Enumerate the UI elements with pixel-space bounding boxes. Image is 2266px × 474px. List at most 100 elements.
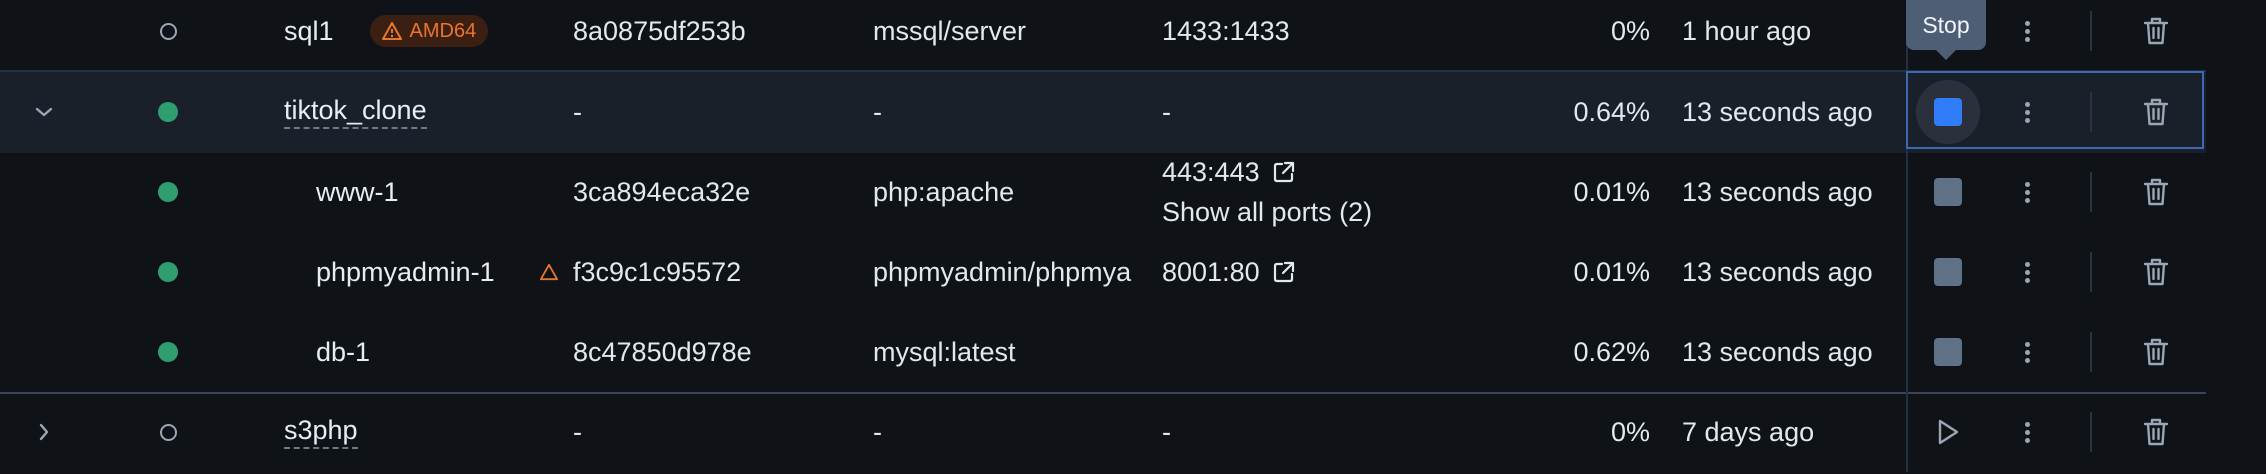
image-link[interactable]: mssql/server xyxy=(873,0,1145,71)
more-actions-button[interactable] xyxy=(1992,392,2062,472)
delete-button[interactable] xyxy=(2120,72,2192,152)
port-mapping xyxy=(1162,312,1422,392)
actions-divider xyxy=(1906,392,1908,472)
trash-icon xyxy=(2143,98,2169,126)
external-link-icon[interactable] xyxy=(1272,260,1296,284)
container-name[interactable]: db-1 xyxy=(316,312,586,392)
more-actions-button[interactable] xyxy=(1992,0,2062,71)
table-row-group[interactable]: tiktok_clone - - - 0.64% 13 seconds ago xyxy=(0,70,2206,153)
containers-table: sql1 AMD64 8a0875df253b mssql/server 143… xyxy=(0,0,2266,474)
expand-button[interactable] xyxy=(22,392,66,472)
show-all-ports-link[interactable]: Show all ports (2) xyxy=(1162,192,1372,232)
more-actions-button[interactable] xyxy=(1992,152,2062,232)
image-link: - xyxy=(873,416,882,447)
actions-divider xyxy=(1906,152,1908,232)
actions-divider xyxy=(1906,72,1908,152)
chevron-down-icon xyxy=(35,107,53,117)
trash-icon xyxy=(2143,17,2169,45)
action-separator xyxy=(2090,92,2092,132)
delete-button[interactable] xyxy=(2120,0,2192,71)
container-id[interactable]: 3ca894eca32e xyxy=(573,152,853,232)
start-button[interactable] xyxy=(1912,392,1984,472)
action-separator xyxy=(2090,332,2092,372)
table-row[interactable]: www-1 3ca894eca32e php:apache 443:443 Sh… xyxy=(0,152,2206,233)
container-name[interactable]: s3php xyxy=(284,392,554,472)
trash-icon xyxy=(2143,338,2169,366)
container-id: - xyxy=(573,416,582,447)
port-mapping: - xyxy=(1162,96,1171,127)
running-status-icon xyxy=(158,342,178,362)
container-id[interactable]: 8c47850d978e xyxy=(573,312,853,392)
port-mapping: 8001:80 xyxy=(1162,232,1422,312)
status-indicator xyxy=(152,392,184,472)
kebab-icon xyxy=(2024,339,2030,366)
table-row-group[interactable]: s3php - - - 0% 7 days ago xyxy=(0,392,2206,473)
chevron-right-icon xyxy=(39,423,49,441)
cpu-usage: 0.64% xyxy=(1573,96,1650,127)
stop-button[interactable] xyxy=(1912,232,1984,312)
delete-button[interactable] xyxy=(2120,232,2192,312)
trash-icon xyxy=(2143,258,2169,286)
running-status-icon xyxy=(158,182,178,202)
external-link-icon[interactable] xyxy=(1272,160,1296,184)
last-started: 1 hour ago xyxy=(1682,15,1812,46)
stop-button[interactable] xyxy=(1912,312,1984,392)
last-started: 13 seconds ago xyxy=(1682,176,1873,207)
image-link[interactable]: mysql:latest xyxy=(873,312,1145,392)
container-name[interactable]: tiktok_clone xyxy=(284,72,554,152)
more-actions-button[interactable] xyxy=(1992,72,2062,152)
delete-button[interactable] xyxy=(2120,392,2192,472)
stopped-status-icon xyxy=(159,423,177,441)
kebab-icon xyxy=(2024,179,2030,206)
last-started: 7 days ago xyxy=(1682,416,1815,447)
last-started: 13 seconds ago xyxy=(1682,256,1873,287)
more-actions-button[interactable] xyxy=(1992,232,2062,312)
image-link[interactable]: php:apache xyxy=(873,152,1145,232)
kebab-icon xyxy=(2024,419,2030,446)
stop-icon xyxy=(1934,338,1962,366)
container-name[interactable]: www-1 xyxy=(316,152,586,232)
action-separator xyxy=(2090,11,2092,51)
port-mapping: 443:443 Show all ports (2) xyxy=(1162,152,1422,232)
last-started: 13 seconds ago xyxy=(1682,336,1873,367)
status-indicator xyxy=(152,72,184,152)
stop-icon xyxy=(1934,98,1962,126)
action-separator xyxy=(2090,252,2092,292)
cpu-usage: 0.01% xyxy=(1573,256,1650,287)
cpu-usage: 0.01% xyxy=(1573,176,1650,207)
kebab-icon xyxy=(2024,99,2030,126)
table-row[interactable]: sql1 AMD64 8a0875df253b mssql/server 143… xyxy=(0,0,2206,72)
collapse-button[interactable] xyxy=(22,72,66,152)
delete-button[interactable] xyxy=(2120,312,2192,392)
container-id[interactable]: f3c9c1c95572 xyxy=(573,232,853,312)
running-status-icon xyxy=(158,262,178,282)
image-link: - xyxy=(873,96,882,127)
table-row[interactable]: phpmyadmin-1 f3c9c1c95572 phpmyadmin/php… xyxy=(0,232,2206,313)
status-indicator xyxy=(152,152,184,232)
more-actions-button[interactable] xyxy=(1992,312,2062,392)
trash-icon xyxy=(2143,178,2169,206)
kebab-icon xyxy=(2024,18,2030,45)
stop-icon xyxy=(1934,178,1962,206)
port-mapping[interactable]: 1433:1433 xyxy=(1162,0,1422,71)
image-link[interactable]: phpmyadmin/phpmya xyxy=(873,232,1145,312)
actions-divider xyxy=(1906,312,1908,392)
last-started: 13 seconds ago xyxy=(1682,96,1873,127)
running-status-icon xyxy=(158,102,178,122)
cpu-usage: 0% xyxy=(1610,15,1650,46)
warning-icon xyxy=(381,22,402,40)
cpu-usage: 0.62% xyxy=(1573,336,1650,367)
delete-button[interactable] xyxy=(2120,152,2192,232)
stop-button[interactable] xyxy=(1912,152,1984,232)
table-row[interactable]: db-1 8c47850d978e mysql:latest 0.62% 13 … xyxy=(0,312,2206,394)
trash-icon xyxy=(2143,418,2169,446)
stop-tooltip: Stop xyxy=(1906,0,1986,60)
warning-icon[interactable] xyxy=(540,232,558,312)
port-mapping: - xyxy=(1162,416,1171,447)
arch-warning-badge[interactable]: AMD64 xyxy=(369,15,489,47)
container-id[interactable]: 8a0875df253b xyxy=(573,0,853,71)
container-name[interactable]: sql1 AMD64 xyxy=(284,0,554,71)
stop-button[interactable] xyxy=(1912,72,1984,152)
actions-divider xyxy=(1906,232,1908,312)
kebab-icon xyxy=(2024,259,2030,286)
